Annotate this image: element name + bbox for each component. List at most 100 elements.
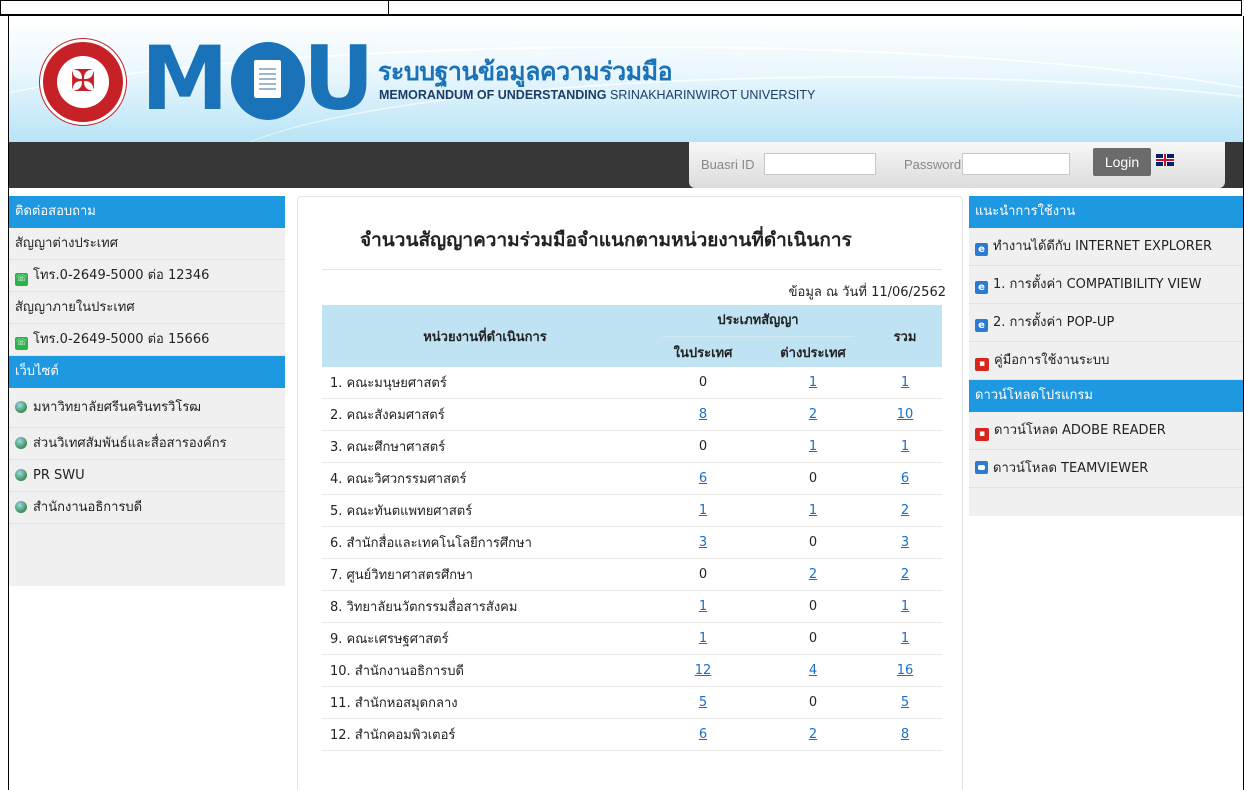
foreign-cell: 1 [758,430,868,463]
foreign-count-link[interactable]: 1 [809,503,817,518]
guide-link[interactable]: e 2. การตั้งค่า POP-UP [969,304,1243,342]
table-row: 6. สำนักสื่อและเทคโนโลยีการศึกษา 3 0 3 [322,526,942,559]
domestic-count-link[interactable]: 1 [699,503,707,518]
total-count-link[interactable]: 2 [901,503,909,518]
col-header-type-label: ประเภทสัญญา [662,305,854,337]
foreign-count-link[interactable]: 1 [809,439,817,454]
domestic-count-link[interactable]: 1 [699,599,707,614]
contract-table: หน่วยงานที่ดำเนินการ ประเภทสัญญา รวม ในป… [322,305,942,751]
website-label: สำนักงานอธิการบดี [33,500,143,515]
unit-name: 3. คณะศึกษาศาสตร์ [322,430,648,463]
guide-link[interactable]: e ทำงานได้ดีกับ INTERNET EXPLORER [969,228,1243,266]
domestic-cell: 1 [648,494,758,527]
table-row: 1. คณะมนุษยศาสตร์ 0 1 1 [322,367,942,399]
phone-icon: ☏ [15,337,28,350]
pdf-icon: ▪ [975,358,989,371]
website-header: เว็บไซต์ [9,356,285,388]
total-count-link[interactable]: 16 [897,663,914,678]
title-divider [322,269,942,270]
mou-logo-m: M [141,27,229,130]
main-content: จำนวนสัญญาความร่วมมือจำแนกตามหน่วยงานที่… [297,196,963,790]
site-subtitle: MEMORANDUM OF UNDERSTANDING SRINAKHARINW… [379,88,815,102]
domestic-count-link[interactable]: 6 [699,471,707,486]
guide-label: 1. การตั้งค่า COMPATIBILITY VIEW [993,277,1202,292]
foreign-count: 0 [808,599,818,614]
total-count-link[interactable]: 5 [901,695,909,710]
foreign-count-link[interactable]: 4 [809,663,817,678]
domestic-count-link[interactable]: 6 [699,727,707,742]
total-cell: 5 [868,686,942,719]
domestic-cell: 0 [648,430,758,463]
total-cell: 1 [868,590,942,623]
website-link[interactable]: PR SWU [9,460,285,492]
total-count-link[interactable]: 10 [897,407,914,422]
guide-link[interactable]: ▪ คู่มือการใช้งานระบบ [969,342,1243,380]
domestic-count-link[interactable]: 12 [695,663,712,678]
total-count-link[interactable]: 2 [901,567,909,582]
foreign-cell: 4 [758,654,868,687]
site-title: ระบบฐานข้อมูลความร่วมมือ [378,57,673,86]
foreign-count-link[interactable]: 2 [809,567,817,582]
domestic-count-link[interactable]: 5 [699,695,707,710]
globe-icon [15,469,27,481]
foreign-cell: 0 [758,622,868,655]
unit-name: 1. คณะมนุษยศาสตร์ [322,367,648,399]
left-sidebar: ติดต่อสอบถาม สัญญาต่างประเทศ ☏ โทร.0-2649… [9,196,285,586]
table-row: 5. คณะทันตแพทยศาสตร์ 1 1 2 [322,494,942,527]
website-link[interactable]: สำนักงานอธิการบดี [9,492,285,524]
ie-icon: e [975,243,988,256]
guide-link[interactable]: e 1. การตั้งค่า COMPATIBILITY VIEW [969,266,1243,304]
domestic-cell: 0 [648,558,758,591]
col-header-unit: หน่วยงานที่ดำเนินการ [322,305,648,367]
website-link[interactable]: มหาวิทยาลัยศรีนครินทรวิโรฒ [9,388,285,428]
total-count-link[interactable]: 6 [901,471,909,486]
university-seal-logo[interactable]: ✠ [43,42,123,122]
total-cell: 8 [868,718,942,751]
globe-icon [15,437,27,449]
total-count-link[interactable]: 1 [901,599,909,614]
website-link[interactable]: ส่วนวิเทศสัมพันธ์และสื่อสารองค์กร [9,428,285,460]
contact-header: ติดต่อสอบถาม [9,196,285,228]
total-count-link[interactable]: 8 [901,727,909,742]
unit-name: 10. สำนักงานอธิการบดี [322,654,648,687]
foreign-cell: 1 [758,494,868,527]
contact-phone: โทร.0-2649-5000 ต่อ 12346 [33,268,210,283]
contact-label: สัญญาต่างประเทศ [15,236,118,251]
domestic-count: 0 [698,375,708,390]
guide-label: ทำงานได้ดีกับ INTERNET EXPLORER [993,239,1213,254]
domestic-cell: 1 [648,590,758,623]
domestic-count-link[interactable]: 3 [699,535,707,550]
table-row: 11. สำนักหอสมุดกลาง 5 0 5 [322,686,942,719]
foreign-count-link[interactable]: 2 [809,407,817,422]
foreign-count-link[interactable]: 1 [809,375,817,390]
total-count-link[interactable]: 1 [901,439,909,454]
foreign-count: 0 [808,535,818,550]
total-count-link[interactable]: 3 [901,535,909,550]
contact-item: สัญญาภายในประเทศ [9,292,285,324]
foreign-cell: 2 [758,558,868,591]
contact-item: ☏ โทร.0-2649-5000 ต่อ 15666 [9,324,285,356]
total-cell: 6 [868,462,942,495]
table-body: 1. คณะมนุษยศาสตร์ 0 1 1 2. คณะสังคมศาสตร์ 8 2 1… [322,367,942,751]
unit-name: 4. คณะวิศวกรรมศาสตร์ [322,462,648,495]
domestic-cell: 5 [648,686,758,719]
download-link[interactable]: ▪ ดาวน์โหลด ADOBE READER [969,412,1243,450]
col-header-type: ประเภทสัญญา [648,305,868,337]
download-link[interactable]: ดาวน์โหลด TEAMVIEWER [969,450,1243,488]
website-label: มหาวิทยาลัยศรีนครินทรวิโรฒ [33,400,202,415]
total-count-link[interactable]: 1 [901,375,909,390]
total-cell: 1 [868,430,942,463]
english-flag-icon[interactable] [1156,154,1174,166]
domestic-count-link[interactable]: 1 [699,631,707,646]
unit-name: 9. คณะเศรษฐศาสตร์ [322,622,648,655]
foreign-count-link[interactable]: 2 [809,727,817,742]
guide-label: 2. การตั้งค่า POP-UP [993,315,1115,330]
password-input[interactable] [962,153,1070,175]
login-button[interactable]: Login [1093,148,1151,176]
buasri-id-input[interactable] [764,153,876,175]
domestic-count-link[interactable]: 8 [699,407,707,422]
total-cell: 2 [868,494,942,527]
unit-name: 8. วิทยาลัยนวัตกรรมสื่อสารสังคม [322,590,648,623]
page-title: จำนวนสัญญาความร่วมมือจำแนกตามหน่วยงานที่… [360,229,852,251]
total-count-link[interactable]: 1 [901,631,909,646]
